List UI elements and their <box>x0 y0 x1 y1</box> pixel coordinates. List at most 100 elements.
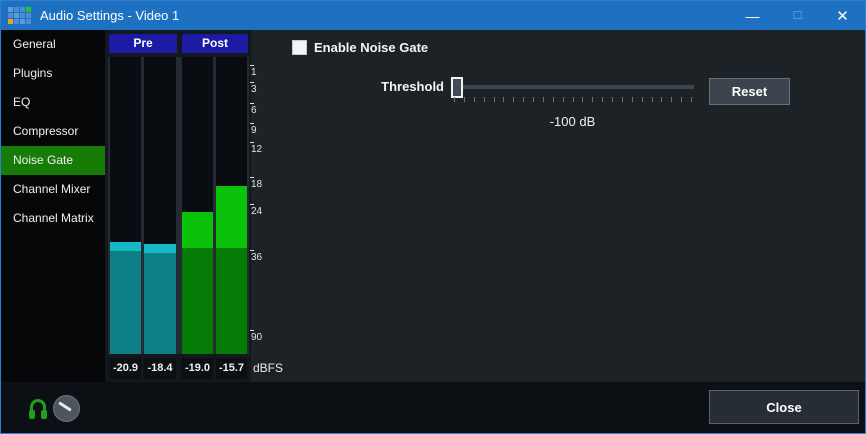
scale-tick-mark <box>250 250 254 251</box>
scale-tick-9: 9 <box>250 123 284 137</box>
slider-tick <box>474 97 475 102</box>
enable-noise-gate-checkbox[interactable] <box>292 40 307 55</box>
meter-bar-segment <box>110 242 141 251</box>
settings-sidebar: GeneralPluginsEQCompressorNoise GateChan… <box>1 30 105 382</box>
meter-unit-label: dBFS <box>253 358 283 379</box>
meter-bar-segment <box>144 253 176 354</box>
sidebar-item-general[interactable]: General <box>1 30 105 59</box>
close-button[interactable]: Close <box>709 390 859 424</box>
slider-tick <box>533 97 534 102</box>
slider-tick <box>582 97 583 102</box>
meter-bar-post-2 <box>216 57 247 354</box>
scale-tick-label: 9 <box>251 125 257 136</box>
slider-tick <box>602 97 603 102</box>
slider-tick <box>642 97 643 102</box>
slider-tick <box>484 97 485 102</box>
sidebar-item-compressor[interactable]: Compressor <box>1 117 105 146</box>
slider-tick <box>513 97 514 102</box>
threshold-value: -100 dB <box>451 114 694 129</box>
sidebar-item-plugins[interactable]: Plugins <box>1 59 105 88</box>
logo-square <box>14 13 19 18</box>
sidebar-item-eq[interactable]: EQ <box>1 88 105 117</box>
slider-tick <box>494 97 495 102</box>
scale-tick-90: 90 <box>250 330 284 344</box>
reset-button[interactable]: Reset <box>709 78 790 105</box>
meter-bar-segment <box>216 248 247 354</box>
logo-square <box>8 7 13 12</box>
logo-square <box>26 19 31 24</box>
slider-tick <box>464 97 465 102</box>
meter-bar-segment <box>110 251 141 354</box>
logo-square <box>8 19 13 24</box>
scale-tick-24: 24 <box>250 204 284 218</box>
threshold-slider-thumb[interactable] <box>451 77 463 98</box>
volume-knob[interactable] <box>53 395 80 422</box>
sidebar-item-noise-gate[interactable]: Noise Gate <box>1 146 105 175</box>
scale-tick-12: 12 <box>250 142 284 156</box>
slider-tick <box>622 97 623 102</box>
scale-tick-label: 18 <box>251 179 262 190</box>
meter-bar-segment <box>144 244 176 253</box>
volume-knob-pointer <box>58 401 71 411</box>
scale-tick-label: 6 <box>251 105 257 116</box>
meter-group-pre: Pre <box>109 34 177 53</box>
logo-square <box>26 7 31 12</box>
close-window-button[interactable]: ✕ <box>820 1 865 30</box>
window-title: Audio Settings - Video 1 <box>40 8 179 23</box>
scale-tick-3: 3 <box>250 82 284 96</box>
slider-tick <box>454 97 455 102</box>
scale-tick-label: 90 <box>251 332 262 343</box>
scale-tick-mark <box>250 204 254 205</box>
meter-bar-post-1 <box>182 57 213 354</box>
scale-tick-1: 1 <box>250 65 284 79</box>
meter-db-scale: 13691218243690 <box>250 30 284 360</box>
sidebar-item-channel-mixer[interactable]: Channel Mixer <box>1 175 105 204</box>
scale-tick-mark <box>250 330 254 331</box>
enable-noise-gate-label: Enable Noise Gate <box>314 40 428 55</box>
headphones-cup-right <box>41 410 47 419</box>
logo-square <box>20 7 25 12</box>
slider-tick <box>661 97 662 102</box>
slider-tick <box>681 97 682 102</box>
scale-tick-mark <box>250 142 254 143</box>
slider-tick <box>503 97 504 102</box>
scale-tick-mark <box>250 82 254 83</box>
slider-tick <box>553 97 554 102</box>
meter-bar-pre-2 <box>144 57 176 354</box>
scale-tick-36: 36 <box>250 250 284 264</box>
slider-tick <box>671 97 672 102</box>
logo-square <box>20 19 25 24</box>
threshold-slider-track[interactable] <box>451 85 694 89</box>
meter-reading: -20.9 <box>110 358 141 379</box>
audio-level-meters <box>108 57 249 354</box>
title-bar[interactable]: Audio Settings - Video 1 — ☐ ✕ <box>1 1 865 30</box>
threshold-slider-ticks <box>454 97 692 103</box>
scale-tick-mark <box>250 103 254 104</box>
slider-tick <box>632 97 633 102</box>
minimize-button[interactable]: — <box>730 1 775 30</box>
scale-tick-label: 24 <box>251 206 262 217</box>
logo-square <box>14 7 19 12</box>
logo-square <box>14 19 19 24</box>
headphones-icon[interactable] <box>29 399 47 419</box>
audio-settings-window: Audio Settings - Video 1 — ☐ ✕ GeneralPl… <box>0 0 866 434</box>
maximize-button: ☐ <box>775 1 820 30</box>
meter-reading: -18.4 <box>144 358 176 379</box>
meter-group-post: Post <box>182 34 248 53</box>
scale-tick-6: 6 <box>250 103 284 117</box>
sidebar-item-channel-matrix[interactable]: Channel Matrix <box>1 204 105 233</box>
scale-tick-mark <box>250 123 254 124</box>
scale-tick-label: 1 <box>251 67 257 78</box>
slider-tick <box>592 97 593 102</box>
scale-tick-label: 3 <box>251 84 257 95</box>
meter-bar-segment <box>182 248 213 354</box>
meter-bar-segment <box>182 212 213 248</box>
app-logo-icon <box>8 7 31 24</box>
meter-bar-pre-1 <box>110 57 141 354</box>
scale-tick-label: 12 <box>251 144 262 155</box>
scale-tick-label: 36 <box>251 252 262 263</box>
slider-tick <box>691 97 692 102</box>
scale-tick-18: 18 <box>250 177 284 191</box>
slider-tick <box>573 97 574 102</box>
headphones-cup-left <box>29 410 35 419</box>
